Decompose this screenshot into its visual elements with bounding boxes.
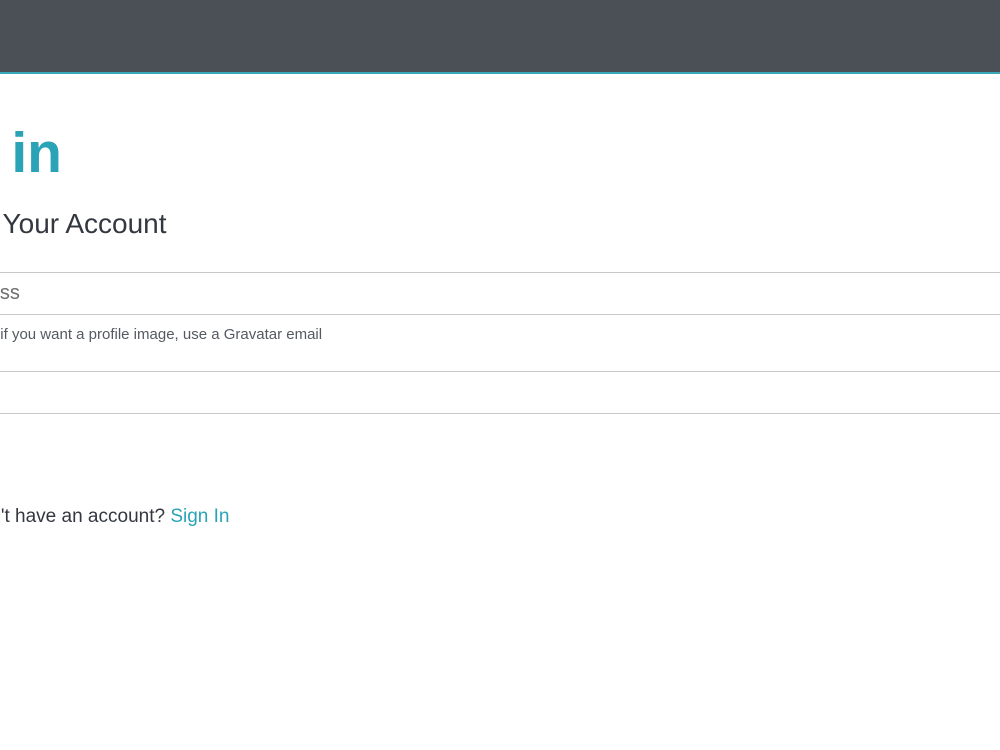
main-content: Sign in Access Your Account We use Grava… [0, 74, 1000, 750]
top-navbar [0, 0, 1000, 74]
email-help-text: We use Gravatar so if you want a profile… [0, 326, 323, 343]
email-field-wrapper [0, 272, 1000, 315]
email-field[interactable] [0, 273, 1000, 314]
page-title: Sign in [0, 121, 62, 185]
password-field[interactable] [0, 372, 1000, 413]
account-switch-prompt: Don't have an account? [0, 506, 166, 527]
page-subtitle: Access Your Account [0, 208, 167, 239]
account-switch-line: Don't have an account? Sign In [0, 506, 229, 528]
password-field-wrapper [0, 371, 1000, 414]
sign-in-link[interactable]: Sign In [170, 506, 229, 527]
